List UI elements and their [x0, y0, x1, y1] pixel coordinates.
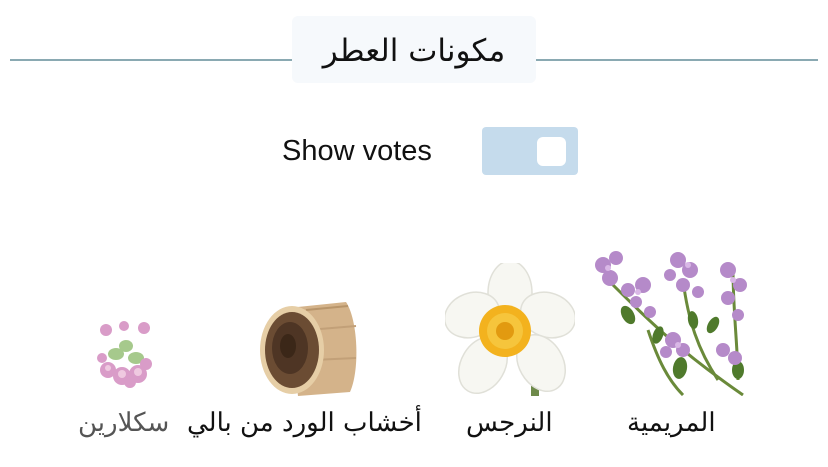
ingredient-label-sage[interactable]: المريمية	[627, 403, 716, 443]
ingredient-label-narcissus[interactable]: النرجس	[466, 403, 553, 443]
show-votes-label: Show votes	[282, 135, 432, 167]
section-title: مكونات العطر	[292, 16, 536, 83]
perfume-notes-section: مكونات العطر Show votes المريمية النرجس …	[0, 0, 828, 467]
toggle-knob[interactable]	[537, 137, 566, 166]
show-votes-toggle[interactable]	[482, 127, 578, 175]
ingredient-label-sclarene[interactable]: سكلارين	[78, 403, 169, 443]
ingredient-label-rosewood[interactable]: أخشاب الورد من بالي	[187, 403, 422, 443]
rosewood-log-image[interactable]	[258, 300, 360, 396]
sclarene-flower-image[interactable]	[94, 318, 158, 390]
thyme-flower-image[interactable]	[588, 240, 748, 396]
narcissus-flower-image[interactable]	[445, 263, 575, 396]
